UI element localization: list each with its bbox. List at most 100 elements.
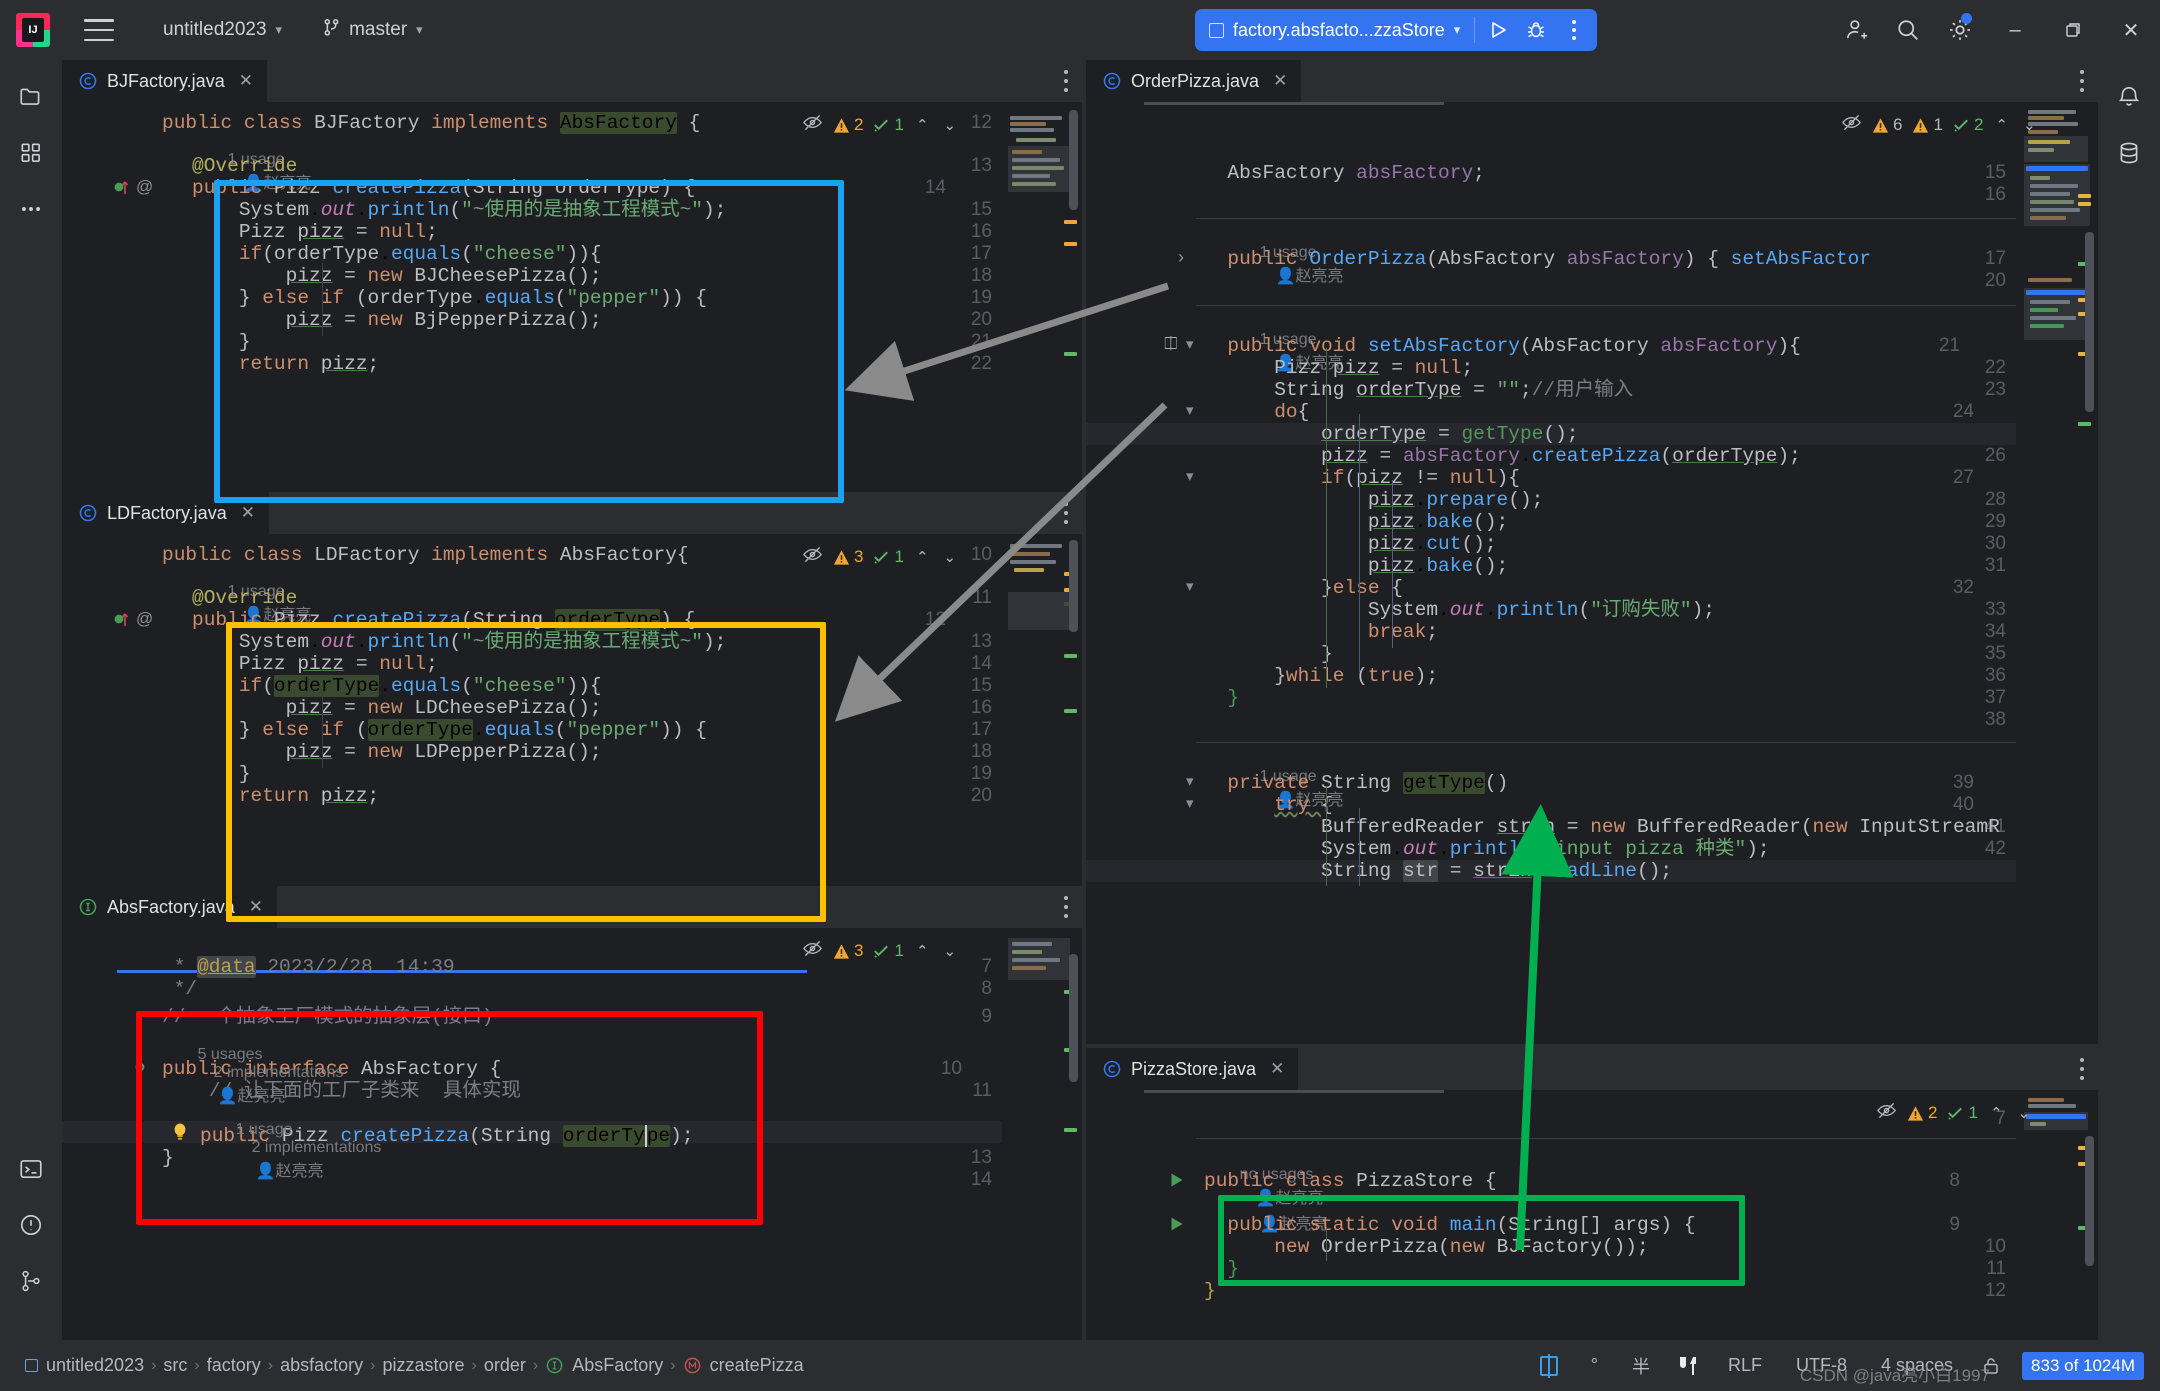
debug-button[interactable] [1517,12,1555,48]
breadcrumb-item-absfactory[interactable]: absfactory [273,1355,370,1376]
check-count[interactable]: 1 [1946,1103,1978,1123]
tray-icon[interactable] [1677,1354,1701,1378]
pane-options-button[interactable] [2079,1058,2084,1080]
collapse-arrow-icon[interactable]: ▾ [1186,401,1194,419]
inspections-eye-icon[interactable] [1841,112,1862,138]
structure-tool-icon[interactable] [8,130,54,176]
code-area-orderpizza[interactable]: 15 16 17 › 20 21 ⎅ ▾ 22 23 24 ▾ 25 26 27… [1086,102,2016,1044]
code-area-absfactory[interactable]: 7 8 9 10 11 12 13 14 * @data 2023/2/28 1… [62,928,1002,1340]
collapse-arrow-icon[interactable]: ▾ [1186,467,1194,485]
maximize-button[interactable] [2044,0,2102,60]
branch-selector[interactable]: master ▾ [313,13,432,47]
gear-icon[interactable] [1934,0,1986,60]
run-gutter-icon[interactable] [1168,1215,1185,1237]
breadcrumb-item-order[interactable]: order [477,1355,533,1376]
prev-problem-button[interactable]: ⌃ [913,548,932,566]
breadcrumb-item-class[interactable]: AbsFactory [538,1355,670,1376]
more-tool-icon[interactable] [8,186,54,232]
run-button[interactable] [1479,12,1517,48]
close-icon[interactable]: ✕ [249,897,263,917]
minimap-absfactory[interactable] [1004,928,1082,1340]
code-area-ldfactory[interactable]: 10 11 12 @ 13 14 15 16 17 18 19 20 1 usa… [62,534,1002,886]
problems-tool-icon[interactable] [8,1202,54,1248]
notifications-icon[interactable] [2106,74,2152,120]
minimap-ldfactory[interactable] [1004,534,1082,886]
terminal-tool-icon[interactable] [8,1146,54,1192]
error-count[interactable]: 6 [1871,115,1902,135]
next-problem-button[interactable]: ⌄ [941,548,960,566]
collapse-arrow-icon[interactable]: ▾ [1186,335,1194,353]
warning-count[interactable]: 2 [832,115,863,135]
gutter-ldfactory[interactable] [62,534,162,886]
minimize-button[interactable]: – [1986,0,2044,60]
collapse-arrow-icon[interactable]: ▾ [1186,577,1194,595]
inspections-eye-icon[interactable] [1876,1100,1897,1126]
minimap-pizzastore[interactable] [2020,1090,2098,1340]
version-control-tool-icon[interactable] [8,1258,54,1304]
pane-options-button[interactable] [2079,70,2084,92]
check-count[interactable]: 1 [872,115,904,135]
warning-count[interactable]: 1 [1911,115,1943,135]
halfwidth-indicator[interactable]: 半 [1625,1350,1657,1382]
minimap-bjfactory[interactable] [1004,102,1082,492]
implemented-by-gutter-icon[interactable] [134,1059,148,1078]
ime-icon[interactable] [1534,1351,1564,1381]
code-vision-hint[interactable]: 1 usage 2 implementations 👤赵亮亮 [200,1103,382,1199]
tab-bjfactory[interactable]: BJFactory.java ✕ [62,60,267,102]
check-count[interactable]: 2 [1952,115,1983,135]
close-icon[interactable]: ✕ [239,71,253,91]
run-more-button[interactable] [1555,12,1593,48]
gutter-orderpizza[interactable] [1086,102,1196,1044]
expand-arrow-icon[interactable]: › [1178,247,1184,268]
prev-problem-button[interactable]: ⌃ [1987,1104,2006,1122]
minimap-orderpizza[interactable] [2020,102,2098,1044]
collapse-arrow-icon[interactable]: ▾ [1186,772,1194,790]
inspections-eye-icon[interactable] [802,544,823,570]
breadcrumb-item-factory[interactable]: factory [200,1355,268,1376]
project-selector[interactable]: untitled2023 ▾ [154,13,291,47]
intention-bulb-icon[interactable] [170,1121,190,1147]
close-icon[interactable]: ✕ [1270,1059,1284,1079]
prev-problem-button[interactable]: ⌃ [913,942,932,960]
next-problem-button[interactable]: ⌄ [941,942,960,960]
override-gutter-icon[interactable] [114,178,130,200]
run-configuration-selector[interactable]: factory.absfacto...zzaStore ▾ [1199,12,1470,48]
override-gutter-icon[interactable] [114,610,130,632]
tab-orderpizza[interactable]: OrderPizza.java ✕ [1086,60,1302,102]
pane-options-button[interactable] [1063,70,1068,92]
keymap-indicator[interactable]: RLF [1721,1352,1769,1379]
prev-problem-button[interactable]: ⌃ [1992,116,2011,134]
search-icon[interactable] [1882,0,1934,60]
project-tool-icon[interactable] [8,74,54,120]
database-icon[interactable] [2106,130,2152,176]
next-problem-button[interactable]: ⌄ [2020,116,2039,134]
inspections-eye-icon[interactable] [802,938,823,964]
add-account-icon[interactable] [1830,0,1882,60]
main-menu-button[interactable] [84,19,114,41]
breadcrumb-item-project[interactable]: untitled2023 [18,1355,151,1376]
memory-indicator[interactable]: 833 of 1024M [2022,1351,2144,1380]
next-problem-button[interactable]: ⌄ [2015,1104,2034,1122]
warning-count[interactable]: 3 [832,547,863,567]
warning-count[interactable]: 3 [832,941,863,961]
run-gutter-icon[interactable] [1168,1171,1185,1193]
tab-ldfactory[interactable]: LDFactory.java ✕ [62,492,269,534]
warning-count[interactable]: 2 [1906,1103,1937,1123]
close-icon[interactable]: ✕ [241,503,255,523]
code-area-bjfactory[interactable]: 12 13 14 @ 15 16 17 18 19 20 21 22 1 usa… [62,102,1002,492]
tab-absfactory[interactable]: AbsFactory.java ✕ [62,886,277,928]
check-count[interactable]: 1 [872,547,904,567]
tab-pizzastore[interactable]: PizzaStore.java ✕ [1086,1048,1299,1090]
close-button[interactable]: ✕ [2102,0,2160,60]
code-area-pizzastore[interactable]: 7 8 9 10 11 12 no usages 👤赵亮亮 public cla… [1086,1090,2016,1340]
next-problem-button[interactable]: ⌄ [941,116,960,134]
collapse-arrow-icon[interactable]: ▾ [1186,794,1194,812]
degree-indicator[interactable]: ° [1584,1352,1605,1379]
pane-options-button[interactable] [1063,896,1068,918]
gutter-bjfactory[interactable] [62,102,162,492]
check-count[interactable]: 1 [872,941,904,961]
prev-problem-button[interactable]: ⌃ [913,116,932,134]
inspections-eye-icon[interactable] [802,112,823,138]
close-icon[interactable]: ✕ [1273,71,1287,91]
breadcrumb-item-pizzastore[interactable]: pizzastore [375,1355,471,1376]
